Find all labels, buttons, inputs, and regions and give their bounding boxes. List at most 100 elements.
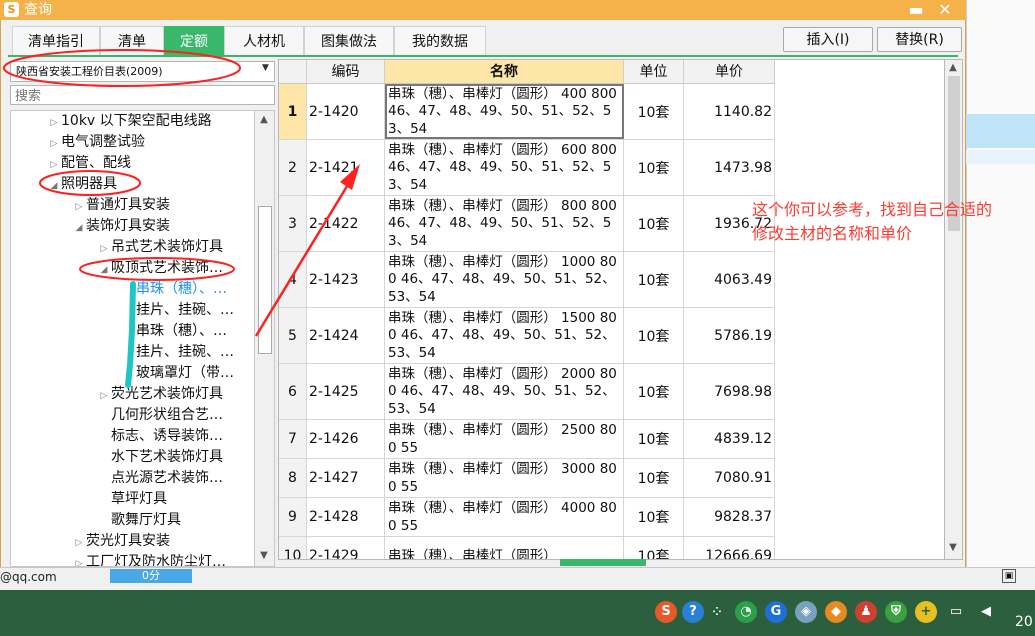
table-row[interactable]: 5 2-1424 串珠（穗）、串棒灯（圆形） 1500 800 46、47、48、4… [279, 308, 775, 364]
replace-button[interactable]: 替换(R) [877, 27, 962, 52]
quota-table: 编码 名称 单位 单价 1 2-1420 串珠（穗）、串棒灯（圆形） 400 800… [278, 59, 945, 560]
code-cell-text: 2-1421 [309, 159, 359, 176]
network-app-icon[interactable]: ◈ [795, 601, 817, 623]
tab-bill-guide[interactable]: 清单指引 [12, 26, 100, 56]
horizontal-scroll-thumb[interactable] [560, 559, 646, 566]
unit-cell: 10套 [624, 196, 684, 251]
name-cell: 串珠（穗）、串棒灯（圆形） 600 800 46、47、48、49、50、51、… [385, 140, 624, 195]
tree-node[interactable]: 歌舞厅灯具 [11, 510, 254, 531]
tree-node[interactable]: 玻璃罩灯（带… [11, 363, 254, 384]
tree-node[interactable]: ▷ 荧光艺术装饰灯具 [11, 384, 254, 405]
expand-toggle-icon[interactable]: ▷ [47, 134, 61, 155]
window-icon[interactable]: ▣ [1002, 569, 1016, 583]
tree-node[interactable]: 标志、诱导装饰… [11, 426, 254, 447]
expand-toggle-icon[interactable]: ▷ [97, 386, 111, 407]
user-icon[interactable]: ♟ [855, 601, 877, 623]
network-icon[interactable]: ▭ [945, 601, 967, 623]
expand-toggle-icon[interactable]: ▷ [72, 554, 86, 566]
table-row[interactable]: 4 2-1423 串珠（穗）、串棒灯（圆形） 1000 800 46、47、48、4… [279, 252, 775, 308]
help-icon[interactable]: ? [682, 601, 704, 623]
shield-icon[interactable]: ⛨ [885, 601, 907, 623]
tree-node[interactable]: 几何形状组合艺… [11, 405, 254, 426]
row-number: 1 [279, 84, 307, 139]
header-price[interactable]: 单价 [684, 60, 775, 84]
table-row[interactable]: 6 2-1425 串珠（穗）、串棒灯（圆形） 2000 800 46、47、48、4… [279, 364, 775, 420]
tree-node-label: 吸顶式艺术装饰… [111, 260, 223, 276]
ime-icon[interactable]: ⁘ [706, 601, 728, 623]
scroll-down-icon[interactable]: ▼ [946, 542, 960, 553]
tree-node[interactable]: 串珠（穗）、… [11, 321, 254, 342]
scroll-up-icon[interactable]: ▲ [257, 114, 271, 125]
expand-toggle-icon[interactable]: ▷ [72, 533, 86, 554]
volume-icon[interactable]: ◀ [975, 601, 997, 623]
annotation-line: 修改主材的名称和单价 [752, 224, 913, 243]
tab-labor-material-machine[interactable]: 人材机 [224, 26, 304, 56]
expand-toggle-icon[interactable]: ◢ [72, 218, 86, 239]
chevron-down-icon[interactable]: ▼ [262, 63, 269, 73]
tab-bill[interactable]: 清单 [100, 26, 164, 56]
name-cell-text: 串珠（穗）、串棒灯（圆形） 800 800 46、47、48、49、50、51、… [388, 197, 617, 249]
search-input[interactable] [10, 85, 275, 105]
tree-node[interactable]: ▷ 电气调整试验 [11, 132, 254, 153]
tree-node-label: 照明器具 [61, 176, 117, 192]
sogou-icon[interactable]: S [655, 601, 677, 623]
minimize-icon[interactable]: ▬ [903, 0, 929, 20]
expand-toggle-icon[interactable]: ▷ [72, 197, 86, 218]
close-icon[interactable]: ✕ [932, 0, 958, 20]
expand-toggle-icon[interactable]: ▷ [47, 155, 61, 176]
code-cell-text: 2-1429 [309, 548, 359, 560]
unit-cell: 10套 [624, 498, 684, 536]
name-cell-text: 串珠（穗）、串棒灯（圆形） 1500 800 46、47、48、49、50、51… [388, 309, 617, 361]
table-row[interactable]: 3 2-1422 串珠（穗）、串棒灯（圆形） 800 800 46、47、48、49… [279, 196, 775, 252]
scroll-down-icon[interactable]: ▼ [257, 550, 271, 561]
tree-node[interactable]: 挂片、挂碗、… [11, 342, 254, 363]
library-select[interactable]: 陕西省安装工程价目表(2009) [10, 61, 275, 82]
background-right-panel [966, 0, 1035, 590]
browser-icon[interactable]: G [765, 601, 787, 623]
unit-cell: 10套 [624, 537, 684, 559]
tree-node[interactable]: ▷ 普通灯具安装 [11, 195, 254, 216]
expand-toggle-icon[interactable]: ▷ [97, 239, 111, 260]
tree-node[interactable]: ◢ 吸顶式艺术装饰… [11, 258, 254, 279]
expand-toggle-icon[interactable]: ▷ [47, 113, 61, 134]
price-cell: 9828.37 [684, 498, 775, 536]
tree-node[interactable]: ◢ 照明器具 [11, 174, 254, 195]
table-row[interactable]: 8 2-1427 串珠（穗）、串棒灯（圆形） 3000 800 55 10套 7080.… [279, 459, 775, 498]
tree-scroll-thumb[interactable] [258, 206, 272, 354]
table-row[interactable]: 9 2-1428 串珠（穗）、串棒灯（圆形） 4000 800 55 10套 9828.… [279, 498, 775, 537]
tree-node-label: 挂片、挂碗、… [136, 302, 234, 318]
tree-node[interactable]: 点光源艺术装饰… [11, 468, 254, 489]
header-unit[interactable]: 单位 [624, 60, 684, 84]
tree-node-label: 几何形状组合艺… [111, 407, 223, 423]
table-row[interactable]: 7 2-1426 串珠（穗）、串棒灯（圆形） 2500 800 55 10套 4839.… [279, 420, 775, 459]
tree-node[interactable]: ▷ 10kv 以下架空配电线路 [11, 111, 254, 132]
tree-node[interactable]: ▷ 吊式艺术装饰灯具 [11, 237, 254, 258]
tree-node[interactable]: 草坪灯具 [11, 489, 254, 510]
expand-toggle-icon[interactable]: ◢ [47, 176, 61, 197]
table-row[interactable]: 1 2-1420 串珠（穗）、串棒灯（圆形） 400 800 46、47、48、49… [279, 84, 775, 140]
tree-node[interactable]: ▷ 工厂灯及防水防尘灯… [11, 552, 254, 566]
plus-icon[interactable]: + [915, 601, 937, 623]
tree-node[interactable]: 挂片、挂碗、… [11, 300, 254, 321]
wechat-icon[interactable]: ◔ [735, 601, 757, 623]
tab-quota[interactable]: 定额 [164, 26, 224, 56]
price-cell: 12666.69 [684, 537, 775, 559]
insert-button[interactable]: 插入(I) [783, 27, 873, 52]
title-bar[interactable] [0, 0, 966, 20]
table-row[interactable]: 2 2-1421 串珠（穗）、串棒灯（圆形） 600 800 46、47、48、49… [279, 140, 775, 196]
scroll-up-icon[interactable]: ▲ [946, 62, 960, 73]
tab-atlas-method[interactable]: 图集做法 [304, 26, 394, 56]
tree-node[interactable]: 水下艺术装饰灯具 [11, 447, 254, 468]
tab-my-data[interactable]: 我的数据 [394, 26, 486, 56]
header-code[interactable]: 编码 [307, 60, 385, 84]
name-cell-text: 串珠（穗）、串棒灯（圆形） 2000 800 46、47、48、49、50、51… [388, 365, 617, 417]
app-icon[interactable]: ◆ [825, 601, 847, 623]
table-row[interactable]: 10 2-1429 串珠（穗）、串棒灯（圆形） 10套 12666.69 [279, 537, 775, 560]
tree-node[interactable]: 串珠（穗）、… [11, 279, 254, 300]
expand-toggle-icon[interactable]: ◢ [97, 260, 111, 281]
header-name[interactable]: 名称 [385, 60, 624, 84]
tree-node[interactable]: ▷ 配管、配线 [11, 153, 254, 174]
tree-node[interactable]: ▷ 荧光灯具安装 [11, 531, 254, 552]
tree-node[interactable]: ◢ 装饰灯具安装 [11, 216, 254, 237]
background-highlight-band [966, 114, 1035, 148]
